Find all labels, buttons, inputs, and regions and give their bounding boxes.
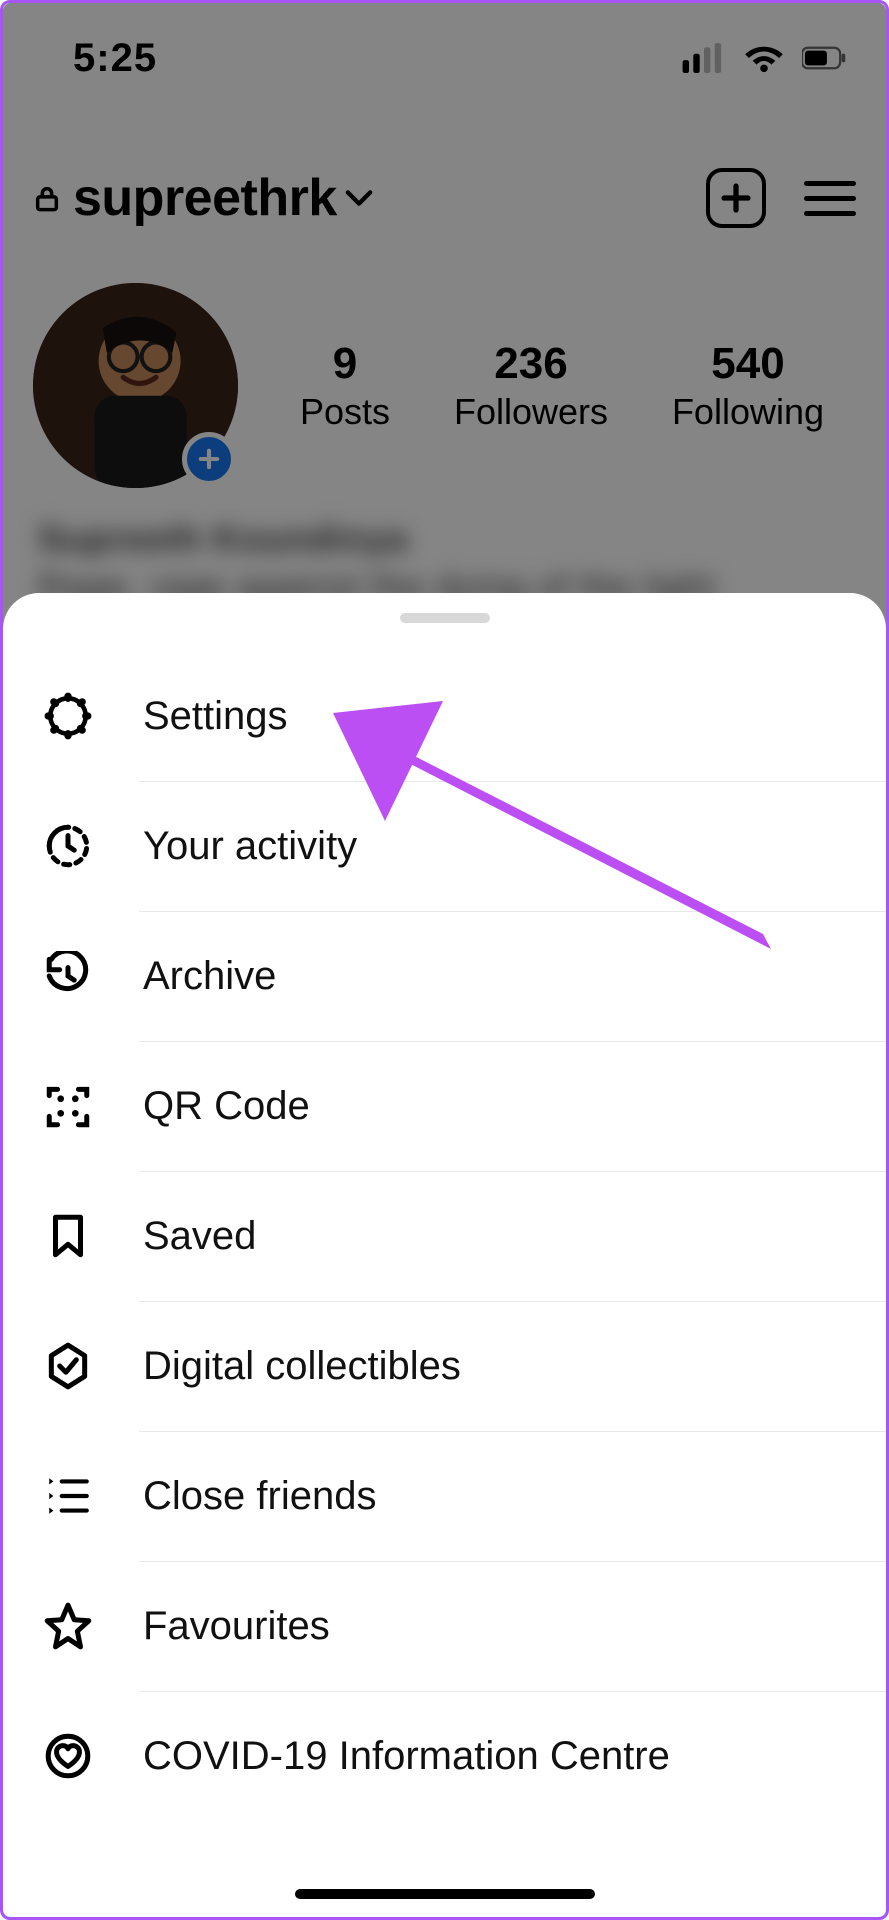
menu-label: Close friends <box>143 1474 376 1519</box>
home-indicator[interactable] <box>295 1889 595 1899</box>
menu-label: COVID-19 Information Centre <box>143 1734 670 1779</box>
menu-item-close-friends[interactable]: Close friends <box>3 1431 886 1561</box>
menu-label: Saved <box>143 1214 256 1259</box>
menu-item-saved[interactable]: Saved <box>3 1171 886 1301</box>
menu-label: Settings <box>143 694 288 739</box>
menu-label: Archive <box>143 954 276 999</box>
menu-label: Digital collectibles <box>143 1344 461 1389</box>
menu-label: Your activity <box>143 824 357 869</box>
menu-bottom-sheet: Settings Your activity <box>3 593 886 1917</box>
gear-icon <box>43 691 93 741</box>
menu-item-settings[interactable]: Settings <box>3 651 886 781</box>
activity-icon <box>43 821 93 871</box>
menu-label: Favourites <box>143 1604 330 1649</box>
menu-label: QR Code <box>143 1084 310 1129</box>
archive-icon <box>43 951 93 1001</box>
star-icon <box>43 1601 93 1651</box>
menu-item-collectibles[interactable]: Digital collectibles <box>3 1301 886 1431</box>
collectibles-icon <box>43 1341 93 1391</box>
heart-pulse-icon <box>43 1731 93 1781</box>
sheet-grabber[interactable] <box>400 613 490 623</box>
menu-item-qr[interactable]: QR Code <box>3 1041 886 1171</box>
bookmark-icon <box>43 1211 93 1261</box>
close-friends-icon <box>43 1471 93 1521</box>
menu-item-covid[interactable]: COVID-19 Information Centre <box>3 1691 886 1821</box>
qr-icon <box>43 1081 93 1131</box>
menu-item-archive[interactable]: Archive <box>3 911 886 1041</box>
menu-item-activity[interactable]: Your activity <box>3 781 886 911</box>
menu-item-favourites[interactable]: Favourites <box>3 1561 886 1691</box>
